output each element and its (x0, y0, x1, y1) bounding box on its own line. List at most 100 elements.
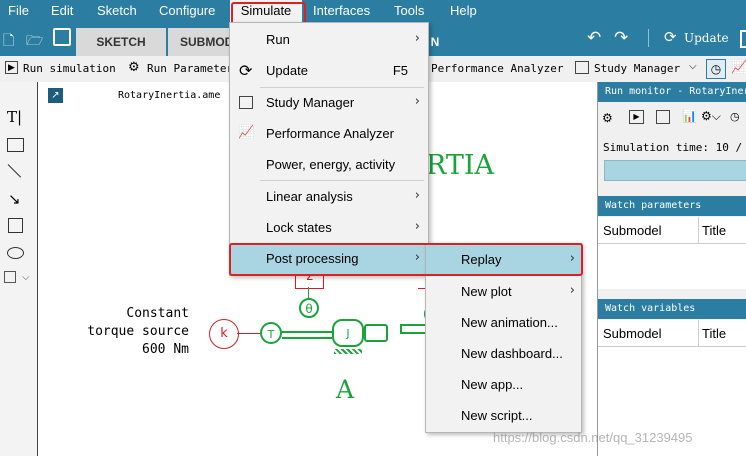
menu-item-update[interactable]: ⟳ Update F5 (230, 55, 428, 86)
stop-icon[interactable] (656, 110, 670, 124)
align-tool-icon[interactable] (4, 271, 16, 283)
run-parameters-button[interactable]: Run Parameters (147, 62, 240, 75)
chevron-right-icon: › (414, 219, 420, 234)
menu-item-label: Performance Analyzer (266, 126, 394, 141)
text-tool-icon[interactable]: T| (7, 108, 22, 126)
column-title[interactable]: Title (702, 326, 726, 341)
watch-parameters-title: Watch parameters (598, 196, 746, 216)
play-icon[interactable]: ▶ (629, 110, 644, 124)
menu-item-label: Update (266, 63, 308, 78)
new-file-icon[interactable]: 🗋 (3, 30, 14, 54)
simulation-progress-bar (604, 160, 746, 181)
watch-variables-header: Submodel Title (598, 320, 746, 347)
arrow-tool-icon[interactable]: ↘ (8, 190, 21, 208)
ellipse-tool-icon[interactable] (7, 247, 24, 259)
chevron-right-icon: › (569, 283, 575, 298)
torque-source-block[interactable]: T (260, 322, 282, 344)
toolbar-divider (648, 29, 649, 47)
source-label-line2: torque source (87, 324, 189, 339)
submenu-item-new-plot[interactable]: New plot › (426, 276, 581, 307)
submenu-item-new-script[interactable]: New script... (426, 400, 581, 431)
panel-toggle-icon[interactable] (740, 30, 746, 48)
rectangle-tool-icon[interactable] (8, 218, 23, 233)
menu-edit[interactable]: Edit (51, 3, 73, 18)
redo-icon[interactable]: ↷ (614, 28, 628, 48)
undo-icon[interactable]: ↶ (587, 28, 601, 48)
chevron-right-icon: › (414, 31, 420, 46)
source-label-line3: 600 Nm (142, 342, 189, 357)
save-icon[interactable] (53, 28, 71, 46)
menu-item-label: Power, energy, activity (266, 157, 396, 172)
menu-file[interactable]: File (8, 3, 29, 18)
clock-icon[interactable]: ◷ (730, 110, 740, 123)
menu-help[interactable]: Help (450, 3, 477, 18)
update-button[interactable]: Update (684, 31, 729, 45)
signal-line (237, 333, 260, 334)
submenu-item-label: New script... (461, 408, 533, 423)
clock-icon[interactable]: ◷ (706, 59, 726, 79)
menu-item-study-manager[interactable]: Study Manager › (230, 87, 428, 118)
angle-sensor-block[interactable]: θ (299, 298, 319, 318)
menu-item-run[interactable]: Run › (230, 24, 428, 55)
open-folder-icon[interactable]: 🗁 (26, 30, 43, 54)
tab-sketch[interactable]: SKETCH (76, 28, 166, 56)
play-icon[interactable]: ▶ (5, 61, 18, 74)
refresh-icon: ⟳ (239, 61, 253, 80)
menu-item-label: Lock states (266, 220, 332, 235)
submenu-item-new-animation[interactable]: New animation... (426, 307, 581, 338)
file-name: RotaryInertia.ame (118, 90, 221, 101)
source-label-line1: Constant (126, 306, 189, 321)
shaft-line (282, 331, 332, 339)
submenu-item-label: New dashboard... (461, 346, 563, 361)
image-tool-icon[interactable] (7, 138, 24, 152)
sensor-signal-line (308, 287, 309, 298)
watch-parameters-header: Submodel Title (598, 217, 746, 244)
study-manager-button[interactable]: Study Manager (594, 62, 680, 75)
line-tool-icon[interactable] (7, 164, 22, 178)
submenu-item-new-app[interactable]: New app... (426, 369, 581, 400)
run-monitor-panel: Run monitor - RotaryInertia ⚙ ▶ 📊 ⚙⌵ ◷ S… (597, 82, 746, 456)
chevron-down-icon[interactable]: ⌵ (22, 272, 30, 283)
column-title[interactable]: Title (702, 223, 726, 238)
column-submodel[interactable]: Submodel (603, 223, 662, 238)
menu-item-label: Run (266, 32, 290, 47)
column-divider (698, 217, 699, 243)
bearing-block (364, 324, 388, 342)
run-monitor-title: Run monitor - RotaryInertia (598, 82, 746, 102)
menu-interfaces[interactable]: Interfaces (313, 3, 370, 18)
chart-icon[interactable]: 📈 (731, 60, 746, 75)
run-parameters-icon: ⚙ (128, 60, 140, 75)
run-simulation-button[interactable]: Run simulation (23, 62, 116, 75)
menu-tools[interactable]: Tools (394, 3, 424, 18)
update-refresh-icon[interactable]: ⟳ (664, 28, 677, 46)
post-processing-highlight-box (229, 243, 583, 276)
rotary-inertia-block[interactable]: J (332, 319, 364, 347)
menu-sketch[interactable]: Sketch (97, 3, 137, 18)
menu-item-lock-states[interactable]: Lock states › (230, 212, 428, 243)
ground-hatch (334, 349, 362, 354)
drawing-tools-bar: T| ↘ ⌵ (0, 82, 38, 456)
menu-configure[interactable]: Configure (159, 3, 215, 18)
constant-k-block[interactable]: k (209, 319, 239, 349)
settings-icon[interactable]: ⚙ (602, 111, 613, 125)
simulation-time: Simulation time: 10 / 10 (603, 141, 746, 154)
column-divider (698, 320, 699, 346)
menu-item-performance-analyzer[interactable]: 📈 Performance Analyzer (230, 118, 428, 149)
chart-icon[interactable]: 📊 (682, 109, 697, 123)
diagram-title: RTIA (426, 150, 495, 181)
tab-submodel[interactable]: SUBMOD (168, 28, 233, 56)
simulate-menu: Run › ⟳ Update F5 Study Manager › 📈 Perf… (229, 22, 429, 276)
performance-analyzer-button[interactable]: Performance Analyzer (431, 62, 563, 75)
menu-item-power-energy[interactable]: Power, energy, activity (230, 149, 428, 180)
shortcut-label: F5 (392, 63, 408, 78)
settings-dropdown-icon[interactable]: ⚙⌵ (701, 109, 721, 124)
study-manager-icon (575, 61, 589, 74)
tab-simulation-partial[interactable]: N (427, 28, 443, 56)
submenu-item-new-dashboard[interactable]: New dashboard... (426, 338, 581, 369)
menu-item-linear-analysis[interactable]: Linear analysis › (230, 181, 428, 212)
chevron-down-icon[interactable]: ⌵ (689, 61, 697, 72)
amesim-logo-icon: ↗ (48, 88, 63, 103)
submenu-item-label: New app... (461, 377, 524, 392)
submenu-item-label: New animation... (461, 315, 558, 330)
column-submodel[interactable]: Submodel (603, 326, 662, 341)
